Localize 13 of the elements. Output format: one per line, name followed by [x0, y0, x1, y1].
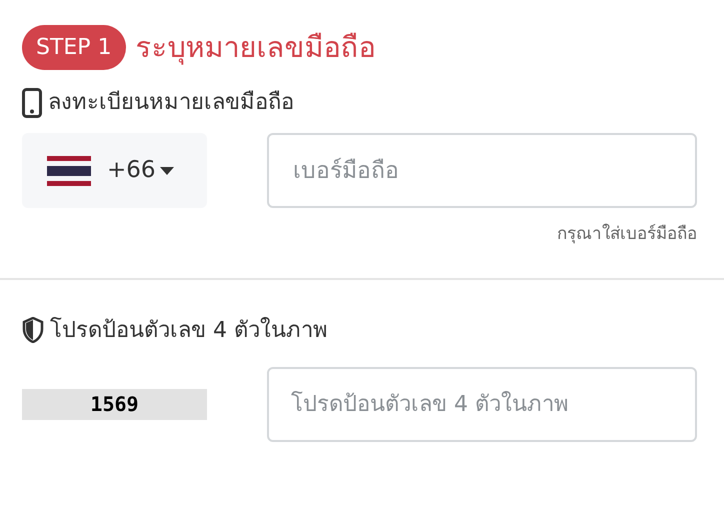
step-badge: STEP 1 — [22, 25, 126, 70]
page-title: ระบุหมายเลขมือถือ — [136, 28, 376, 67]
phone-input[interactable]: เบอร์มือถือ — [267, 133, 697, 208]
captcha-input[interactable]: โปรดป้อนตัวเลข 4 ตัวในภาพ — [267, 366, 697, 442]
flag-icon — [47, 156, 91, 186]
caret-icon — [160, 166, 174, 174]
phone-label: ลงทะเบียนหมายเลขมือถือ — [48, 89, 294, 117]
captcha-image: 1569 — [22, 388, 207, 420]
shield-icon — [22, 317, 44, 343]
captcha-label: โปรดป้อนตัวเลข 4 ตัวในภาพ — [50, 316, 328, 344]
country-code-select[interactable]: +66 — [22, 133, 207, 208]
phone-icon — [22, 88, 42, 118]
helper-text: กรุณาใส่เบอร์มือถือ — [557, 222, 697, 246]
